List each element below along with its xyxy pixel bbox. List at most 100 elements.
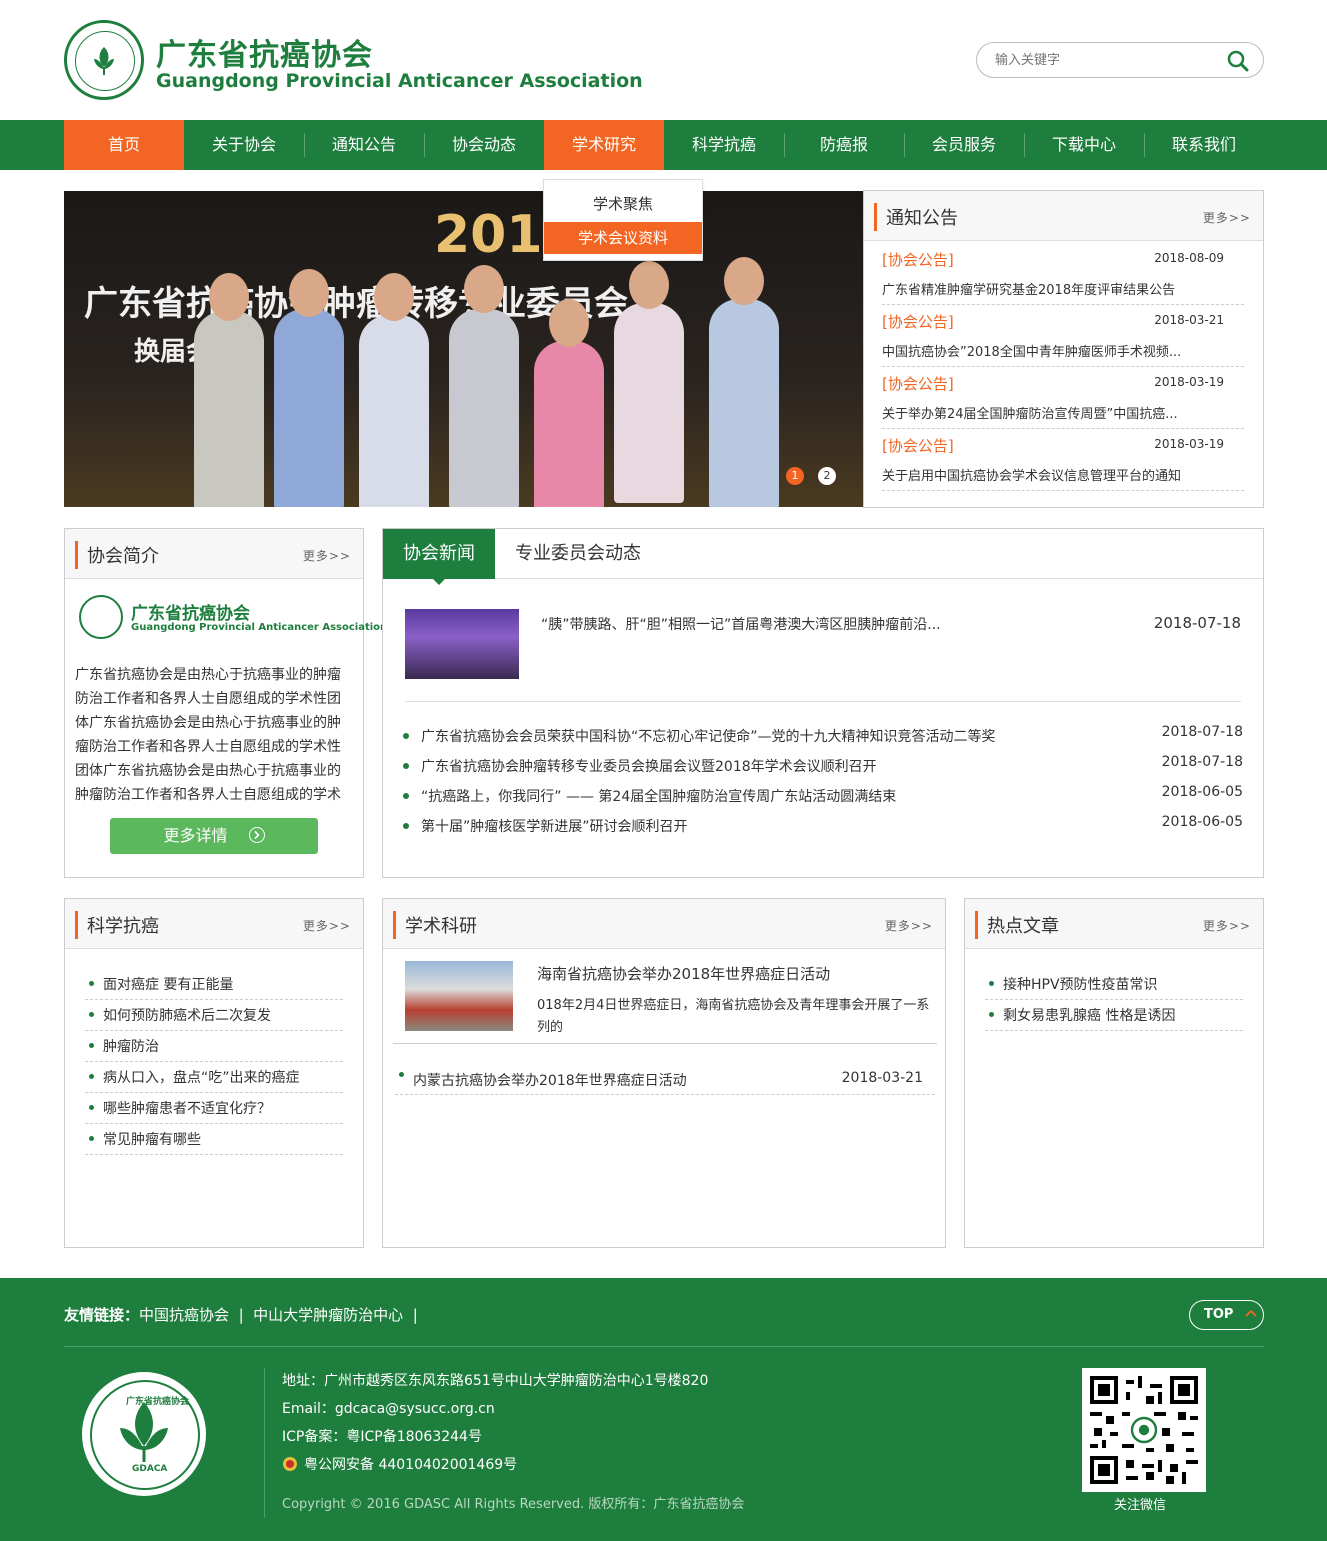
notice-header: 通知公告 更多>> <box>864 191 1263 241</box>
nav-research[interactable]: 学术研究 <box>544 120 664 170</box>
research-link[interactable]: 内蒙古抗癌协会举办2018年世界癌症日活动 <box>413 1070 687 1090</box>
banner-dot-2[interactable]: 2 <box>818 467 836 485</box>
tab-association-news[interactable]: 协会新闻 <box>383 529 495 579</box>
notice-title: 通知公告 <box>886 208 958 229</box>
hot-link[interactable]: 接种HPV预防性疫苗常识 <box>1003 974 1158 994</box>
news-date: 2018-07-18 <box>1161 724 1243 740</box>
dropdown-item-conference[interactable]: 学术会议资料 <box>544 222 702 254</box>
back-to-top-button[interactable]: TOP <box>1189 1300 1264 1330</box>
news-date: 2018-06-05 <box>1161 784 1243 800</box>
science-panel: 科学抗癌 更多>> 面对癌症 要有正能量 如何预防肺癌术后二次复发 肿瘤防治 病从… <box>64 898 364 1248</box>
research-featured-desc: 018年2月4日世界癌症日，海南省抗癌协会及青年理事会开展了一系列的 <box>537 998 930 1035</box>
footer-address: 地址：广州市越秀区东风东路651号中山大学肿瘤防治中心1号楼820 <box>282 1373 709 1389</box>
news-link[interactable]: 第十届”肿瘤核医学新进展”研讨会顺利召开 <box>421 816 688 836</box>
news-link[interactable]: 广东省抗癌协会会员荣获中国科协“不忘初心牢记使命”—党的十九大精神知识竞答活动二… <box>421 726 996 746</box>
intro-logo-cn: 广东省抗癌协会 <box>131 604 250 624</box>
link-sysucc[interactable]: 中山大学肿瘤防治中心 <box>253 1306 403 1324</box>
notice-item[interactable]: [协会公告] 2018-03-19 关于举办第24届全国肿瘤防治宣传周暨”中国抗癌.… <box>882 367 1244 429</box>
research-dropdown: 学术聚焦 学术会议资料 <box>543 179 703 261</box>
news-row[interactable]: “抗癌路上，你我同行” —— 第24届全国肿瘤防治宣传周广东站活动圆满结束 201… <box>403 784 1243 814</box>
science-link[interactable]: 面对癌症 要有正能量 <box>103 974 233 994</box>
notice-item[interactable]: [协会公告] 2018-03-21 中国抗癌协会”2018全国中青年肿瘤医师手术视频… <box>882 305 1244 367</box>
top-label: TOP <box>1204 1307 1234 1322</box>
friend-links: 友情链接：中国抗癌协会 | 中山大学肿瘤防治中心 | <box>64 1306 418 1324</box>
footer: 友情链接：中国抗癌协会 | 中山大学肿瘤防治中心 | TOP 广东省抗癌协会 G… <box>0 1278 1327 1541</box>
list-item[interactable]: 哪些肿瘤患者不适宜化疗？ <box>85 1093 343 1124</box>
seal-text: 广东省抗癌协会 <box>126 1397 190 1407</box>
notice-date: 2018-03-19 <box>1154 437 1224 451</box>
nav-about[interactable]: 关于协会 <box>184 120 304 170</box>
notice-link[interactable]: 广东省精准肿瘤学研究基金2018年度评审结果公告 <box>882 279 1175 298</box>
notice-category: [协会公告] <box>882 313 954 331</box>
banner-slider[interactable]: 2018 广东省抗癌协会肿瘤转移专业委员会 换届会 1 2 <box>64 191 863 507</box>
list-item[interactable]: 肿瘤防治 <box>85 1031 343 1062</box>
notice-item[interactable]: [协会公告] 2018-03-19 关于启用中国抗癌协会学术会议信息管理平台的通知 <box>882 429 1244 491</box>
search-input[interactable] <box>995 50 1215 70</box>
science-link[interactable]: 哪些肿瘤患者不适宜化疗？ <box>103 1098 271 1118</box>
main-nav: 首页 关于协会 通知公告 协会动态 学术研究 科学抗癌 防癌报 会员服务 下载中… <box>0 120 1327 170</box>
news-featured-image[interactable] <box>405 609 519 679</box>
nav-home[interactable]: 首页 <box>64 120 184 170</box>
nav-notice[interactable]: 通知公告 <box>304 120 424 170</box>
more-details-button[interactable]: 更多详情 <box>110 818 318 854</box>
tab-committee-news[interactable]: 专业委员会动态 <box>515 529 641 579</box>
news-row[interactable]: 广东省抗癌协会肿瘤转移专业委员会换届会议暨2018年学术会议顺利召开 2018-0… <box>403 754 1243 784</box>
science-link[interactable]: 病从口入，盘点“吃”出来的癌症 <box>103 1067 300 1087</box>
nav-download[interactable]: 下载中心 <box>1024 120 1144 170</box>
research-featured-image[interactable] <box>405 961 513 1031</box>
banner-headline: 广东省抗癌协会肿瘤转移专业委员会 <box>84 284 628 324</box>
research-more-link[interactable]: 更多>> <box>885 917 933 934</box>
notice-link[interactable]: 关于启用中国抗癌协会学术会议信息管理平台的通知 <box>882 465 1181 484</box>
list-item[interactable]: 剩女易患乳腺癌 性格是诱因 <box>985 1000 1243 1031</box>
news-row[interactable]: 第十届”肿瘤核医学新进展”研讨会顺利召开 2018-06-05 <box>403 814 1243 844</box>
science-link[interactable]: 肿瘤防治 <box>103 1036 159 1056</box>
nav-news[interactable]: 协会动态 <box>424 120 544 170</box>
intro-title: 协会简介 <box>87 546 159 567</box>
copyright: Copyright © 2016 GDASC All Rights Reserv… <box>282 1497 745 1512</box>
science-link[interactable]: 如何预防肺癌术后二次复发 <box>103 1005 271 1025</box>
notice-item[interactable]: [协会公告] 2018-08-09 广东省精准肿瘤学研究基金2018年度评审结果公告 <box>882 243 1244 305</box>
hot-panel: 热点文章 更多>> 接种HPV预防性疫苗常识 剩女易患乳腺癌 性格是诱因 <box>964 898 1264 1248</box>
friend-links-label: 友情链接： <box>64 1306 140 1324</box>
site-title-cn: 广东省抗癌协会 <box>156 38 373 73</box>
hot-link[interactable]: 剩女易患乳腺癌 性格是诱因 <box>1003 1005 1175 1025</box>
banner-dot-1[interactable]: 1 <box>786 467 804 485</box>
news-link[interactable]: “抗癌路上，你我同行” —— 第24届全国肿瘤防治宣传周广东站活动圆满结束 <box>421 786 896 806</box>
nav-science[interactable]: 科学抗癌 <box>664 120 784 170</box>
notice-link[interactable]: 关于举办第24届全国肿瘤防治宣传周暨”中国抗癌... <box>882 403 1178 422</box>
search-box <box>976 42 1264 78</box>
dropdown-item-focus[interactable]: 学术聚焦 <box>544 190 702 218</box>
science-title: 科学抗癌 <box>87 916 159 937</box>
hot-more-link[interactable]: 更多>> <box>1203 917 1251 934</box>
news-featured-title[interactable]: “胰”带胰路、肝“胆”相照一记”首届粤港澳大湾区胆胰肿瘤前沿... <box>541 614 941 634</box>
link-china-anticancer[interactable]: 中国抗癌协会 <box>139 1306 229 1324</box>
notice-link[interactable]: 中国抗癌协会”2018全国中青年肿瘤医师手术视频... <box>882 341 1181 360</box>
intro-logo-en: Guangdong Provincial Anticancer Associat… <box>131 622 388 633</box>
search-icon[interactable] <box>1227 50 1249 72</box>
list-item[interactable]: 面对癌症 要有正能量 <box>85 969 343 1000</box>
news-date: 2018-07-18 <box>1161 754 1243 770</box>
logo-flower-icon <box>92 45 116 75</box>
nav-paper[interactable]: 防癌报 <box>784 120 904 170</box>
intro-panel: 协会简介 更多>> 广东省抗癌协会 Guangdong Provincial An… <box>64 528 387 878</box>
notice-more-link[interactable]: 更多>> <box>1203 209 1251 226</box>
science-more-link[interactable]: 更多>> <box>303 917 351 934</box>
news-featured-date: 2018-07-18 <box>1153 614 1241 632</box>
news-row[interactable]: 广东省抗癌协会会员荣获中国科协“不忘初心牢记使命”—党的十九大精神知识竞答活动二… <box>403 724 1243 754</box>
intro-more-link[interactable]: 更多>> <box>303 547 351 564</box>
science-link[interactable]: 常见肿瘤有哪些 <box>103 1129 201 1149</box>
list-item[interactable]: 接种HPV预防性疫苗常识 <box>985 969 1243 1000</box>
list-item[interactable]: 常见肿瘤有哪些 <box>85 1124 343 1155</box>
police-badge-icon <box>283 1457 297 1471</box>
list-item[interactable]: 如何预防肺癌术后二次复发 <box>85 1000 343 1031</box>
notice-category: [协会公告] <box>882 437 954 455</box>
research-date: 2018-03-21 <box>841 1070 923 1086</box>
nav-member[interactable]: 会员服务 <box>904 120 1024 170</box>
nav-contact[interactable]: 联系我们 <box>1144 120 1264 170</box>
research-featured-title[interactable]: 海南省抗癌协会举办2018年世界癌症日活动 <box>537 963 830 984</box>
intro-logo-icon <box>79 595 123 639</box>
list-item[interactable]: 内蒙古抗癌协会举办2018年世界癌症日活动 2018-03-21 <box>395 1065 935 1095</box>
news-link[interactable]: 广东省抗癌协会肿瘤转移专业委员会换届会议暨2018年学术会议顺利召开 <box>421 756 877 776</box>
list-item[interactable]: 病从口入，盘点“吃”出来的癌症 <box>85 1062 343 1093</box>
hot-title: 热点文章 <box>987 916 1059 937</box>
